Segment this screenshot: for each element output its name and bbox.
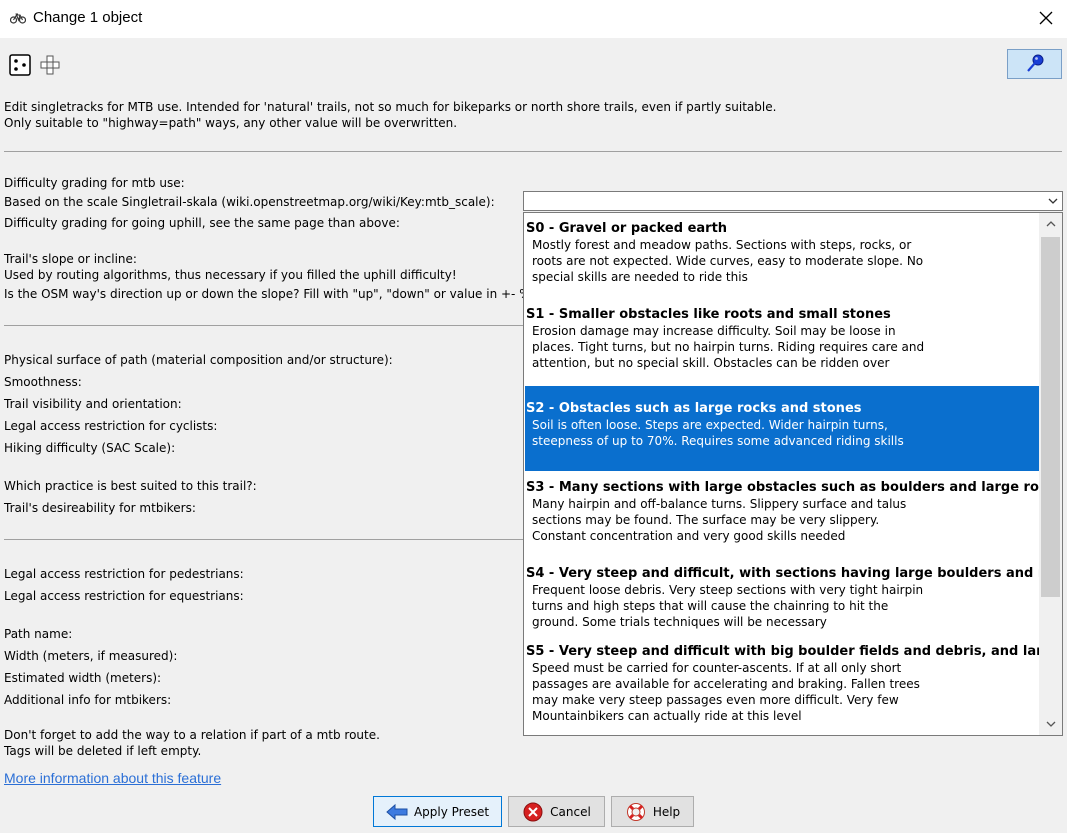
- option-title: S2 - Obstacles such as large rocks and s…: [526, 401, 862, 416]
- arrow-left-icon: [386, 801, 408, 823]
- label-additional-info: Additional info for mtbikers:: [4, 693, 172, 707]
- close-button[interactable]: [1031, 4, 1061, 32]
- help-button[interactable]: Help: [611, 796, 694, 827]
- select-object-icon[interactable]: [8, 53, 32, 77]
- mtb-scale-combo[interactable]: [523, 191, 1063, 211]
- mtb-scale-dropdown[interactable]: S0 - Gravel or packed earth Mostly fores…: [523, 212, 1063, 736]
- option-desc: Soil is often loose. Steps are expected.…: [532, 418, 888, 432]
- help-label: Help: [652, 804, 681, 819]
- option-desc: Many hairpin and off-balance turns. Slip…: [532, 497, 907, 511]
- apply-preset-button[interactable]: Apply Preset: [373, 796, 502, 827]
- option-desc: roots are not expected. Wide curves, eas…: [532, 254, 924, 268]
- option-desc: Constant concentration and very good ski…: [532, 529, 846, 543]
- option-desc: may make very steep passages even more d…: [532, 693, 899, 707]
- label-estimated-width: Estimated width (meters):: [4, 671, 162, 685]
- label-grading-uphill: Difficulty grading for going uphill, see…: [4, 216, 400, 230]
- chevron-down-icon: [1046, 721, 1055, 727]
- option-s3[interactable]: S3 - Many sections with large obstacles …: [525, 480, 1062, 544]
- description-line-1: Edit singletracks for MTB use. Intended …: [4, 100, 777, 114]
- chevron-up-icon: [1046, 221, 1055, 227]
- label-visibility: Trail visibility and orientation:: [4, 397, 182, 411]
- cancel-button[interactable]: Cancel: [508, 796, 605, 827]
- option-desc: steepness of up to 70%. Requires some ad…: [532, 434, 904, 448]
- pushpin-icon: [1026, 54, 1043, 72]
- option-desc: passages are available for accelerating …: [532, 677, 920, 691]
- window-title: Change 1 object: [33, 9, 143, 26]
- cancel-label: Cancel: [550, 804, 591, 819]
- option-s4[interactable]: S4 - Very steep and difficult, with sect…: [525, 566, 1063, 630]
- option-s1[interactable]: S1 - Smaller obstacles like roots and sm…: [525, 307, 1039, 371]
- label-slope: Trail's slope or incline:: [4, 252, 137, 266]
- option-title: S1 - Smaller obstacles like roots and sm…: [526, 307, 891, 322]
- option-desc: Speed must be carried for counter-ascent…: [532, 661, 902, 675]
- apply-preset-label: Apply Preset: [413, 804, 490, 819]
- label-grading-mtb: Difficulty grading for mtb use:: [4, 176, 185, 190]
- label-practice: Which practice is best suited to this tr…: [4, 479, 257, 493]
- option-desc: Erosion damage may increase difficulty. …: [532, 324, 896, 338]
- relation-icon[interactable]: [38, 53, 62, 77]
- label-surface: Physical surface of path (material compo…: [4, 353, 393, 367]
- note-relation: Don't forget to add the way to a relatio…: [4, 728, 380, 742]
- option-title: S5 - Very steep and difficult with big b…: [526, 644, 1063, 659]
- label-access-pedestrians: Legal access restriction for pedestrians…: [4, 567, 244, 581]
- scroll-down-button[interactable]: [1039, 713, 1062, 735]
- option-desc: turns and high steps that will cause the…: [532, 599, 889, 613]
- option-s0[interactable]: S0 - Gravel or packed earth Mostly fores…: [525, 221, 1039, 285]
- label-smoothness: Smoothness:: [4, 375, 82, 389]
- label-access-equestrians: Legal access restriction for equestrians…: [4, 589, 244, 603]
- chevron-down-icon[interactable]: [1046, 194, 1060, 208]
- label-slope-routing: Used by routing algorithms, thus necessa…: [4, 268, 457, 282]
- bicycle-icon: [9, 12, 27, 27]
- option-desc: Frequent loose debris. Very steep sectio…: [532, 583, 924, 597]
- more-info-link[interactable]: More information about this feature: [4, 770, 221, 786]
- pin-toggle-button[interactable]: [1007, 49, 1062, 79]
- label-slope-direction: Is the OSM way's direction up or down th…: [4, 287, 535, 301]
- option-desc: sections may be found. The surface may b…: [532, 513, 880, 527]
- option-desc: places. Tight turns, but no hairpin turn…: [532, 340, 925, 354]
- option-desc: Mountainbikers can actually ride at this…: [532, 709, 802, 723]
- note-deleted: Tags will be deleted if left empty.: [4, 744, 202, 758]
- option-desc: Mostly forest and meadow paths. Sections…: [532, 238, 912, 252]
- label-desireability: Trail's desireability for mtbikers:: [4, 501, 196, 515]
- label-based-on-scale: Based on the scale Singletrail-skala (wi…: [4, 195, 495, 209]
- label-path-name: Path name:: [4, 627, 73, 641]
- option-title: S0 - Gravel or packed earth: [526, 221, 728, 236]
- option-s5[interactable]: S5 - Very steep and difficult with big b…: [525, 644, 1063, 724]
- separator: [4, 325, 524, 326]
- option-desc: special skills are needed to ride this: [532, 270, 748, 284]
- option-desc: attention, but no special skill. Obstacl…: [532, 356, 890, 370]
- scroll-thumb[interactable]: [1041, 237, 1060, 597]
- option-desc: ground. Some trials techniques will be n…: [532, 615, 827, 629]
- description-line-2: Only suitable to "highway=path" ways, an…: [4, 116, 458, 130]
- label-sac-scale: Hiking difficulty (SAC Scale):: [4, 441, 176, 455]
- label-width: Width (meters, if measured):: [4, 649, 178, 663]
- cancel-icon: [522, 801, 544, 823]
- lifebuoy-icon: [625, 801, 647, 823]
- dropdown-scrollbar[interactable]: [1039, 213, 1062, 735]
- option-s2-selected[interactable]: S2 - Obstacles such as large rocks and s…: [525, 386, 1039, 471]
- separator: [4, 539, 524, 540]
- label-access-cyclists: Legal access restriction for cyclists:: [4, 419, 218, 433]
- scroll-up-button[interactable]: [1039, 213, 1062, 235]
- separator: [4, 151, 1062, 152]
- option-title: S3 - Many sections with large obstacles …: [526, 480, 1062, 495]
- option-title: S4 - Very steep and difficult, with sect…: [526, 566, 1063, 581]
- close-icon: [1039, 11, 1053, 25]
- title-bar: Change 1 object: [0, 0, 1067, 38]
